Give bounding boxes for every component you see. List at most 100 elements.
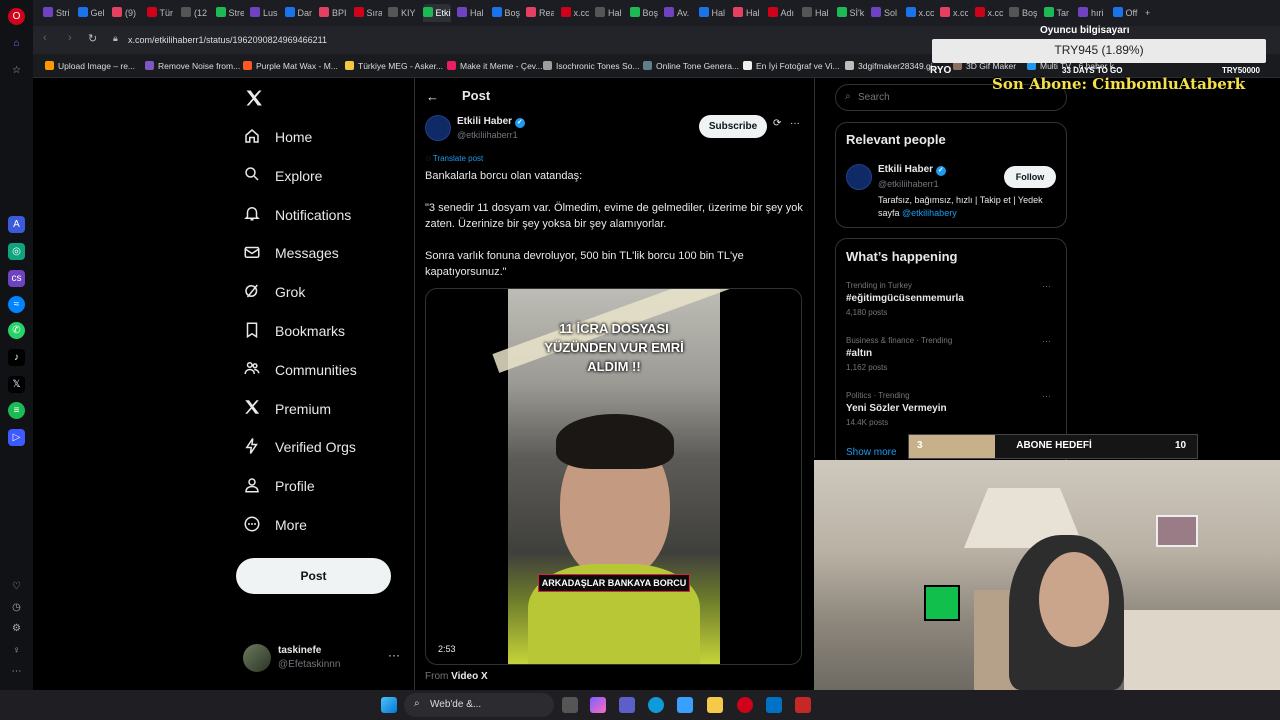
browser-tab[interactable]: Av. xyxy=(664,4,692,22)
bookmark-item[interactable]: Upload Image – re... xyxy=(45,59,135,73)
more-dots-icon[interactable]: ··· xyxy=(388,648,400,662)
new-tab-icon[interactable]: + xyxy=(1145,4,1159,22)
windows-start-icon[interactable] xyxy=(381,697,397,713)
teams-icon[interactable] xyxy=(619,697,635,713)
grok-explain-icon[interactable]: ⟳ xyxy=(773,118,781,129)
browser-tab[interactable]: BPI xyxy=(319,4,347,22)
translate-post-link[interactable]: ◌ Translate post xyxy=(426,154,483,163)
browser-tab[interactable]: Hal xyxy=(802,4,830,22)
trend-item[interactable]: Business & finance · Trending #altın 1,162… xyxy=(846,336,1058,372)
opera-logo-icon[interactable]: O xyxy=(8,8,25,25)
messenger-icon[interactable]: ≈ xyxy=(8,296,25,313)
explorer-icon[interactable] xyxy=(707,697,723,713)
history-icon[interactable]: ◷ xyxy=(8,599,25,616)
bio-link[interactable]: @etkilihabery xyxy=(902,208,957,218)
bookmark-item[interactable]: Remove Noise from... xyxy=(145,59,240,73)
nav-item-bookmarks[interactable]: Bookmarks xyxy=(243,314,345,348)
outlook-icon[interactable] xyxy=(766,697,782,713)
more-icon[interactable]: ⋯ xyxy=(8,663,25,680)
browser-tab[interactable]: Gel xyxy=(77,4,106,22)
browser-tab[interactable]: (9) xyxy=(112,4,140,22)
trend-more-icon[interactable]: ··· xyxy=(1042,281,1051,291)
browser-tab[interactable]: Tar xyxy=(1043,4,1072,22)
post-button[interactable]: Post xyxy=(236,558,391,594)
trend-more-icon[interactable]: ··· xyxy=(1042,336,1051,346)
follow-button[interactable]: Follow xyxy=(1004,166,1056,188)
browser-tab[interactable]: Off xyxy=(1112,4,1141,22)
bookmark-item[interactable]: Make it Meme - Çev... xyxy=(447,59,543,73)
browser-tab[interactable]: hıri xyxy=(1078,4,1106,22)
browser-tab[interactable]: Rea xyxy=(526,4,554,22)
browser-tab[interactable]: Dar xyxy=(284,4,313,22)
browser-tab[interactable]: x.cc xyxy=(560,4,589,22)
more-dots-icon[interactable]: ··· xyxy=(790,118,800,129)
browser-tab[interactable]: KIY xyxy=(388,4,416,22)
settings-icon[interactable]: ⚙ xyxy=(8,620,25,637)
nav-item-grok[interactable]: Grok xyxy=(243,275,305,309)
author-name[interactable]: Etkili Haber ✓ xyxy=(457,116,525,128)
x-icon[interactable]: 𝕏 xyxy=(8,376,25,393)
whatsapp-icon[interactable]: ✆ xyxy=(8,322,25,339)
show-more-link[interactable]: Show more xyxy=(846,447,897,458)
from-source-link[interactable]: Video X xyxy=(451,671,488,682)
search-input[interactable]: Search xyxy=(858,92,890,103)
browser-tab[interactable]: Boş xyxy=(629,4,658,22)
nav-item-more[interactable]: More xyxy=(243,508,307,542)
bookmark-item[interactable]: Isochronic Tones So... xyxy=(543,59,639,73)
store-icon[interactable] xyxy=(677,697,693,713)
cs-icon[interactable]: cs xyxy=(8,270,25,287)
tiktok-icon[interactable]: ♪ xyxy=(8,349,25,366)
nav-item-home[interactable]: Home xyxy=(243,120,312,154)
trend-item[interactable]: Trending in Turkey #eğitimgücüsenmemurla 4… xyxy=(846,281,1058,317)
aria-icon[interactable]: A xyxy=(8,216,25,233)
browser-tab[interactable]: Stre xyxy=(215,4,244,22)
browser-tab[interactable]: Sİ'k xyxy=(836,4,865,22)
nav-item-messages[interactable]: Messages xyxy=(243,236,339,270)
browser-tab[interactable]: Boş xyxy=(491,4,520,22)
star-icon[interactable]: ☆ xyxy=(8,62,25,79)
author-avatar[interactable] xyxy=(425,115,451,141)
x-logo-icon[interactable] xyxy=(244,88,264,108)
bookmark-item[interactable]: 3dgifmaker28349.gi... xyxy=(845,59,940,73)
player-icon[interactable]: ▷ xyxy=(8,429,25,446)
nav-item-profile[interactable]: Profile xyxy=(243,469,315,503)
browser-tab[interactable]: Hal xyxy=(733,4,761,22)
trend-item[interactable]: Politics · Trending Yeni Sözler Vermeyin 1… xyxy=(846,391,1058,427)
back-arrow-icon[interactable]: ← xyxy=(426,89,439,104)
subscribe-button[interactable]: Subscribe xyxy=(699,115,767,138)
browser-tab[interactable]: Stri xyxy=(43,4,71,22)
bookmark-item[interactable]: Purple Mat Wax - M... xyxy=(243,59,338,73)
nav-item-explore[interactable]: Explore xyxy=(243,159,322,193)
lightbulb-icon[interactable]: ♀ xyxy=(8,642,25,659)
task-view-icon[interactable] xyxy=(562,697,578,713)
nav-item-premium[interactable]: Premium xyxy=(243,392,331,426)
taskbar-search[interactable]: ⌕ Web'de &... xyxy=(404,693,554,717)
person-avatar[interactable] xyxy=(846,164,872,190)
reload-icon[interactable]: ↻ xyxy=(88,32,97,45)
browser-tab[interactable]: Etkili H xyxy=(422,4,451,22)
browser-tab[interactable]: Hal xyxy=(698,4,727,22)
opera-taskbar-icon[interactable] xyxy=(737,697,753,713)
browser-tab[interactable]: (12 xyxy=(181,4,209,22)
person-name[interactable]: Etkili Haber ✓ xyxy=(878,164,946,176)
spotify-icon[interactable]: ≡ xyxy=(8,402,25,419)
video-player[interactable]: 11 İCRA DOSYASI YÜZÜNDEN VUR EMRİ ALDIM … xyxy=(425,288,802,665)
forward-icon[interactable]: › xyxy=(68,32,72,44)
browser-tab[interactable]: x.cc xyxy=(974,4,1003,22)
bookmark-item[interactable]: Online Tone Genera... xyxy=(643,59,739,73)
back-icon[interactable]: ‹ xyxy=(43,32,47,44)
browser-tab[interactable]: Tür xyxy=(146,4,175,22)
winrar-icon[interactable] xyxy=(795,697,811,713)
url-field[interactable]: x.com/etkilihaberr1/status/1962090824969… xyxy=(128,31,928,49)
home-icon[interactable]: ⌂ xyxy=(8,35,25,52)
browser-tab[interactable]: Boş xyxy=(1009,4,1037,22)
trend-more-icon[interactable]: ··· xyxy=(1042,391,1051,401)
chatgpt-icon[interactable]: ◎ xyxy=(8,243,25,260)
browser-tab[interactable]: Hal xyxy=(595,4,623,22)
nav-item-notifications[interactable]: Notifications xyxy=(243,198,351,232)
browser-tab[interactable]: x.cc xyxy=(905,4,934,22)
copilot-icon[interactable] xyxy=(590,697,606,713)
account-switcher[interactable]: taskinefe @Efetaskinnn ··· xyxy=(243,640,408,676)
browser-tab[interactable]: Lus xyxy=(250,4,278,22)
nav-item-verified-orgs[interactable]: Verified Orgs xyxy=(243,430,356,464)
